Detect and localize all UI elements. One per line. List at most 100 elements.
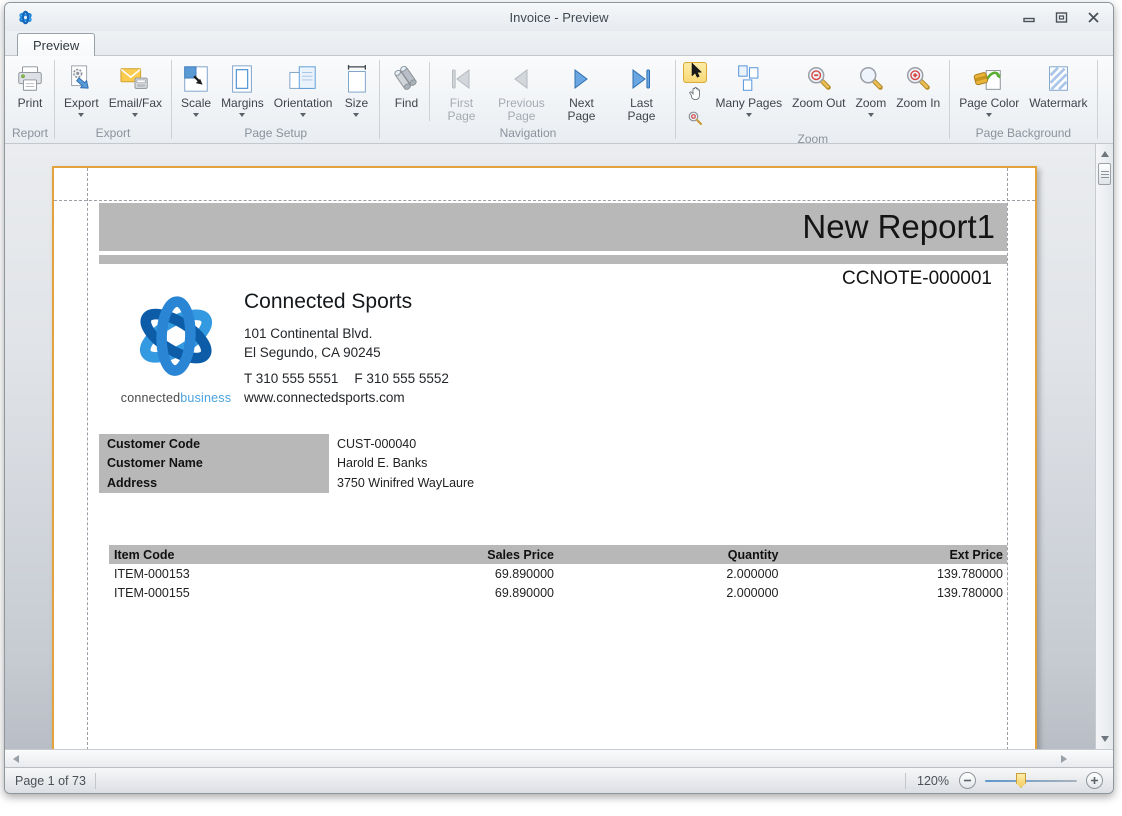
quantity-cell: 2.000000 (558, 567, 783, 581)
logo-word-business: business (180, 391, 231, 405)
report-title-band: New Report1 (99, 203, 1007, 251)
tab-preview[interactable]: Preview (17, 33, 95, 56)
customer-code-value: CUST-000040 (329, 437, 699, 451)
export-button[interactable]: Export (59, 58, 104, 125)
group-separator (949, 60, 950, 139)
group-separator (171, 60, 172, 139)
column-header-quantity: Quantity (558, 548, 783, 562)
zoom-slider[interactable] (985, 772, 1077, 789)
column-header-ext-price: Ext Price (782, 548, 1007, 562)
horizontal-scrollbar[interactable] (5, 749, 1113, 767)
restore-button[interactable] (1053, 10, 1069, 24)
column-header-item-code: Item Code (109, 548, 378, 562)
zoom-in-button[interactable]: Zoom In (891, 58, 945, 131)
dropdown-arrow-icon (746, 113, 752, 117)
group-caption-page-setup: Page Setup (173, 125, 378, 143)
find-icon (389, 61, 423, 97)
scroll-down-arrow-icon[interactable] (1101, 736, 1109, 742)
minimize-button[interactable] (1021, 10, 1037, 24)
company-info: Connected Sports 101 Continental Blvd. E… (244, 290, 449, 407)
logo-word-connected: connected (121, 391, 180, 405)
scroll-left-arrow-icon[interactable] (13, 755, 19, 763)
margins-icon (227, 61, 257, 97)
group-caption-export: Export (56, 125, 170, 143)
group-separator (379, 60, 380, 139)
status-bar: Page 1 of 73 120% (5, 767, 1113, 793)
sales-price-cell: 69.890000 (378, 586, 558, 600)
previous-page-button[interactable]: Previous Page (491, 58, 551, 125)
preview-area: New Report1 CCNOTE-000001 connectedbusin… (5, 144, 1113, 749)
thumb-grip (1101, 177, 1109, 178)
customer-address-label: Address (99, 473, 329, 493)
export-label: Export (64, 97, 99, 110)
top-margin-guide (54, 200, 1035, 201)
hand-tool-button[interactable] (683, 86, 707, 107)
magnifier-tool-icon (687, 110, 703, 131)
table-row: Customer Name Harold E. Banks (99, 454, 699, 474)
zoom-in-step-button[interactable] (1086, 772, 1103, 789)
zoom-out-step-button[interactable] (959, 772, 976, 789)
table-row: Address 3750 Winifred WayLaure (99, 473, 699, 493)
previous-page-icon (508, 61, 534, 97)
watermark-label: Watermark (1029, 97, 1087, 110)
pointer-tools (680, 58, 710, 131)
scroll-up-arrow-icon[interactable] (1101, 151, 1109, 157)
company-phone-line: T 310 555 5551F 310 555 5552 (244, 369, 449, 388)
next-page-button[interactable]: Next Page (551, 58, 611, 125)
last-page-button[interactable]: Last Page (611, 58, 671, 125)
sales-price-cell: 69.890000 (378, 567, 558, 581)
customer-name-label: Customer Name (99, 454, 329, 474)
ribbon-group-page-background: Page Color (951, 56, 1095, 143)
close-button[interactable] (1085, 10, 1101, 24)
many-pages-icon (734, 61, 764, 97)
orientation-button[interactable]: Orientation (269, 58, 338, 125)
ribbon-group-report: Print Report (7, 56, 53, 143)
size-button[interactable]: Size (337, 58, 375, 125)
print-label: Print (18, 97, 43, 110)
button-separator (429, 62, 430, 121)
titlebar: Invoice - Preview (5, 3, 1113, 31)
item-code-cell: ITEM-000155 (109, 586, 378, 600)
report-page[interactable]: New Report1 CCNOTE-000001 connectedbusin… (52, 166, 1037, 749)
email-fax-button[interactable]: Email/Fax (104, 58, 167, 125)
margins-button[interactable]: Margins (216, 58, 269, 125)
thumb-grip (1101, 174, 1109, 175)
zoom-icon (856, 61, 886, 97)
vertical-scrollbar[interactable] (1095, 144, 1113, 749)
ext-price-cell: 139.780000 (782, 586, 1007, 600)
dropdown-arrow-icon (986, 113, 992, 117)
last-page-label: Last Page (616, 97, 666, 123)
vertical-scrollbar-thumb[interactable] (1098, 163, 1111, 185)
zoom-slider-track[interactable] (985, 780, 1077, 782)
app-window: Invoice - Preview Preview (4, 2, 1114, 794)
group-separator (54, 60, 55, 139)
magnifier-tool-button[interactable] (683, 110, 707, 131)
scroll-right-arrow-icon[interactable] (1061, 755, 1067, 763)
left-margin-guide (87, 168, 88, 749)
ribbon-group-navigation: Find First Page (381, 56, 674, 143)
first-page-button[interactable]: First Page (431, 58, 491, 125)
dropdown-arrow-icon (300, 113, 306, 117)
mouse-pointer-tool-button[interactable] (683, 62, 707, 83)
page-color-label: Page Color (959, 97, 1019, 110)
header-divider-band (99, 255, 1007, 264)
page-indicator: Page 1 of 73 (15, 774, 86, 788)
statusbar-separator (95, 773, 96, 789)
scale-button[interactable]: Scale (176, 58, 216, 125)
many-pages-button[interactable]: Many Pages (710, 58, 787, 131)
customer-name-value: Harold E. Banks (329, 456, 699, 470)
print-button[interactable]: Print (10, 58, 50, 125)
zoom-button[interactable]: Zoom (851, 58, 892, 131)
next-page-label: Next Page (556, 97, 606, 123)
page-size-icon (342, 61, 370, 97)
page-color-button[interactable]: Page Color (954, 58, 1024, 125)
many-pages-label: Many Pages (715, 97, 782, 110)
find-button[interactable]: Find (384, 58, 428, 125)
company-logo-caption: connectedbusiness (112, 391, 240, 405)
dropdown-arrow-icon (193, 113, 199, 117)
zoom-slider-thumb[interactable] (1016, 773, 1026, 788)
right-margin-guide (1007, 168, 1008, 749)
zoom-out-button[interactable]: Zoom Out (787, 58, 850, 131)
hand-tool-icon (687, 86, 703, 107)
watermark-button[interactable]: Watermark (1024, 58, 1092, 125)
